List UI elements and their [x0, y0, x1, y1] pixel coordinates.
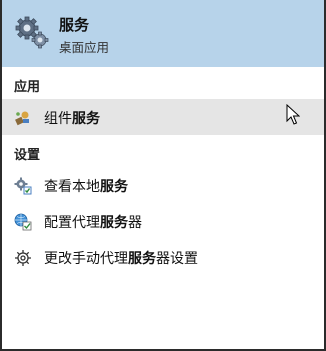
result-configure-proxy[interactable]: 配置代理服务器 [2, 203, 324, 239]
best-match-subtitle: 桌面应用 [59, 40, 110, 55]
mouse-cursor-icon [286, 104, 300, 125]
component-services-icon [15, 111, 29, 126]
result-component-services[interactable]: 组件服务 [2, 99, 324, 135]
best-match-title: 服务 [59, 16, 90, 34]
result-label: 更改手动代理服务器设置 [44, 251, 198, 267]
best-match-result[interactable]: 服务 桌面应用 [2, 0, 324, 67]
gears-icon [15, 16, 49, 49]
result-change-manual-proxy[interactable]: 更改手动代理服务器设置 [2, 239, 324, 275]
result-view-local-services[interactable]: 查看本地服务 [2, 167, 324, 203]
section-header-apps: 应用 [14, 80, 41, 95]
result-label: 查看本地服务 [44, 179, 128, 195]
result-label: 配置代理服务器 [44, 215, 142, 231]
gear-icon [15, 250, 31, 266]
view-services-icon [14, 177, 32, 195]
proxy-config-icon [14, 213, 32, 231]
result-label: 组件服务 [44, 111, 100, 127]
section-header-settings: 设置 [14, 148, 41, 163]
